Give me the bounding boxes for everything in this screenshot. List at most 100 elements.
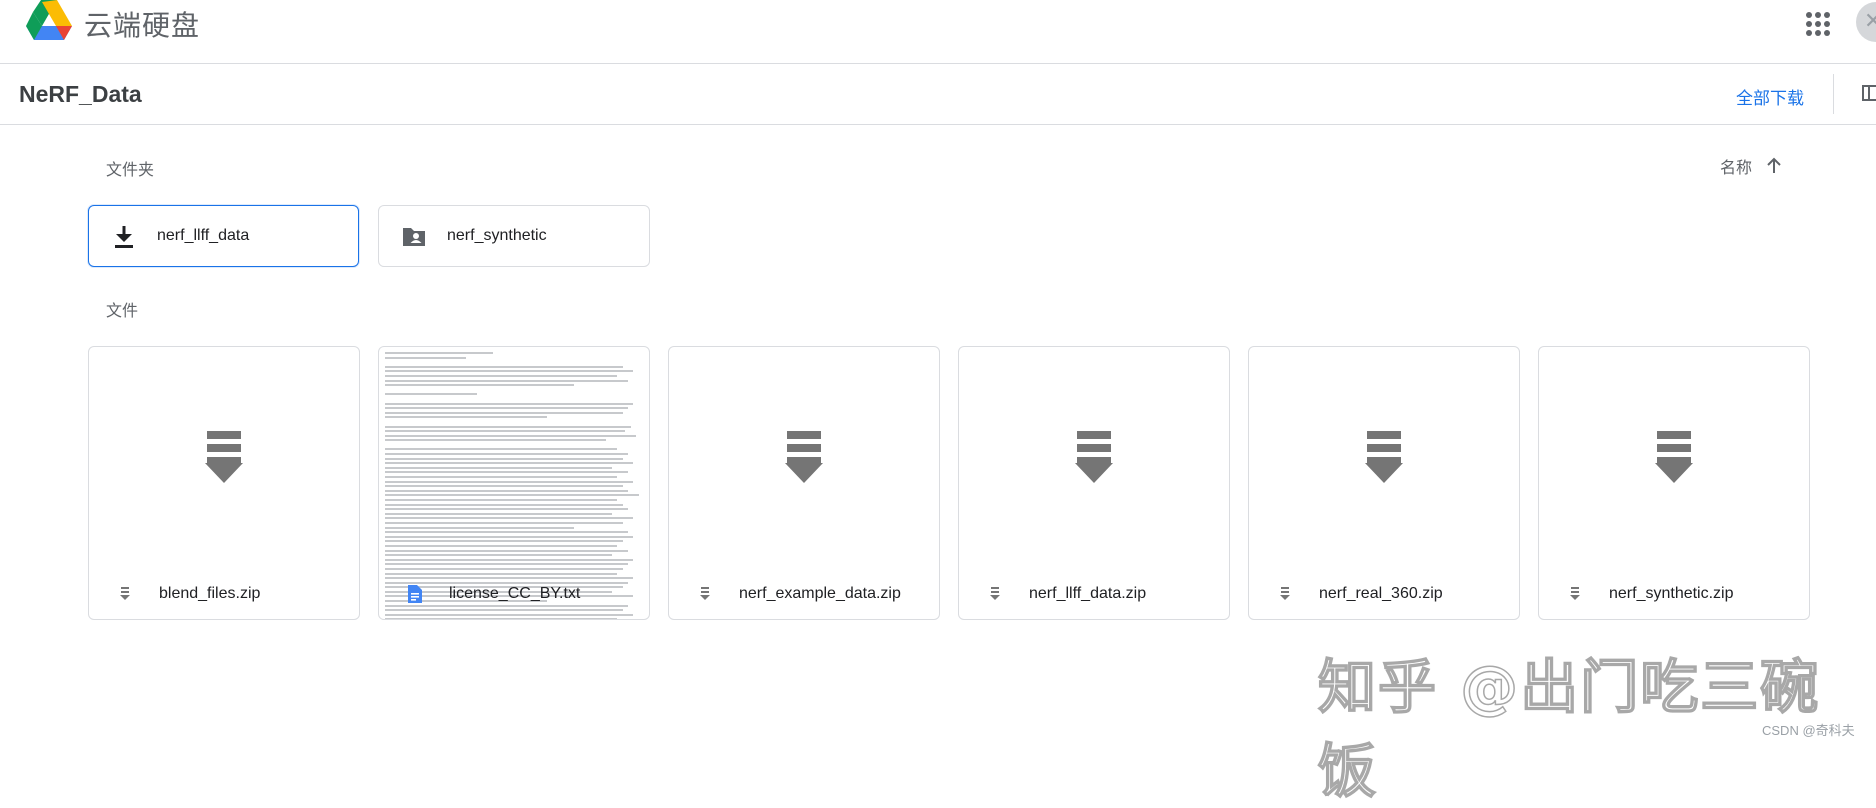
sort-by-name-button[interactable]: 名称 (1720, 154, 1784, 178)
doc-text-line (385, 430, 626, 433)
file-thumbnail (1539, 347, 1809, 567)
doc-text-line (385, 489, 628, 492)
doc-text-line (385, 457, 623, 460)
file-name: nerf_synthetic.zip (1609, 585, 1734, 602)
file-footer: nerf_llff_data.zip (959, 567, 1229, 619)
folder-card-nerf-llff-data[interactable]: nerf_llff_data (88, 205, 359, 267)
file-card-blend-files[interactable]: blend_files.zip (88, 346, 360, 620)
zip-icon (1280, 587, 1290, 600)
zip-icon (1655, 431, 1693, 483)
doc-text-line (385, 453, 628, 456)
files-section-label: 文件 (106, 303, 139, 320)
folder-name: nerf_synthetic (447, 227, 547, 244)
doc-text-line (385, 554, 612, 557)
doc-text-line (385, 544, 618, 547)
page-title: NeRF_Data (19, 81, 142, 107)
doc-text-line (385, 508, 628, 511)
zip-icon (1365, 431, 1403, 483)
file-name: nerf_example_data.zip (739, 585, 901, 602)
doc-text-line (385, 494, 639, 497)
file-footer: nerf_example_data.zip (669, 567, 939, 619)
doc-text-line (385, 512, 612, 515)
folder-card-nerf-synthetic[interactable]: nerf_synthetic (378, 205, 650, 267)
doc-text-line (385, 462, 634, 465)
file-card-license[interactable]: license_CC_BY.txt (378, 346, 650, 620)
file-thumbnail (1249, 347, 1519, 567)
zip-icon (205, 431, 243, 483)
doc-text-line (385, 448, 618, 451)
file-name: license_CC_BY.txt (449, 585, 581, 602)
doc-text-line (385, 558, 634, 561)
csdn-watermark: CSDN @奇科夫 (1762, 723, 1855, 738)
doc-text-line (385, 425, 631, 428)
avatar[interactable] (1856, 2, 1876, 42)
doc-text-line (385, 393, 477, 396)
doc-text-line (385, 531, 628, 534)
doc-icon (408, 585, 422, 603)
doc-text-line (385, 411, 623, 414)
doc-text-line (385, 563, 628, 566)
file-card-nerf-synthetic-zip[interactable]: nerf_synthetic.zip (1538, 346, 1810, 620)
folder-name: nerf_llff_data (157, 227, 250, 244)
zip-icon (700, 587, 710, 600)
doc-text-line (385, 503, 623, 506)
doc-text-line (385, 476, 618, 479)
zip-icon (1075, 431, 1113, 483)
doc-text-line (385, 517, 634, 520)
divider (1833, 74, 1834, 114)
file-name: nerf_real_360.zip (1319, 585, 1443, 602)
file-thumbnail (89, 347, 359, 567)
file-name: blend_files.zip (159, 585, 261, 602)
doc-text-line (385, 374, 618, 377)
document-preview (379, 347, 649, 619)
file-thumbnail (379, 347, 649, 619)
doc-text-line (385, 379, 628, 382)
layout-toggle-icon[interactable] (1862, 85, 1876, 101)
doc-text-line (385, 471, 628, 474)
doc-text-line (385, 466, 612, 469)
doc-text-line (385, 521, 623, 524)
file-thumbnail (669, 347, 939, 567)
doc-text-line (385, 370, 634, 373)
file-card-nerf-example-data[interactable]: nerf_example_data.zip (668, 346, 940, 620)
zip-icon (990, 587, 1000, 600)
file-name: nerf_llff_data.zip (1029, 585, 1147, 602)
file-footer: nerf_real_360.zip (1249, 567, 1519, 619)
doc-text-line (385, 352, 493, 354)
doc-text-line (385, 407, 628, 410)
zip-icon (120, 587, 130, 600)
doc-text-line (385, 384, 574, 387)
title-bar: NeRF_Data 全部下载 (0, 64, 1876, 125)
doc-text-line (385, 439, 607, 442)
zip-icon (1570, 587, 1580, 600)
doc-text-line (385, 499, 618, 501)
doc-text-line (385, 402, 634, 405)
doc-text-line (385, 526, 574, 529)
file-thumbnail (959, 347, 1229, 567)
file-card-nerf-llff-data-zip[interactable]: nerf_llff_data.zip (958, 346, 1230, 620)
sort-label: 名称 (1720, 160, 1753, 177)
app-name: 云端硬盘 (84, 10, 201, 41)
doc-text-line (385, 356, 466, 359)
doc-text-line (385, 540, 623, 543)
doc-text-line (385, 535, 634, 538)
doc-text-line (385, 434, 637, 437)
file-footer: license_CC_BY.txt (379, 567, 649, 619)
file-footer: blend_files.zip (89, 567, 359, 619)
file-footer: nerf_synthetic.zip (1539, 567, 1809, 619)
drive-logo-icon[interactable] (26, 0, 72, 44)
doc-text-line (385, 480, 634, 483)
doc-text-line (385, 549, 628, 552)
apps-grid-icon[interactable] (1806, 12, 1830, 36)
zip-icon (785, 431, 823, 483)
download-icon (115, 226, 133, 248)
download-all-button[interactable]: 全部下载 (1736, 84, 1804, 109)
folders-section-label: 文件夹 (106, 162, 155, 179)
doc-text-line (385, 485, 623, 488)
top-app-bar: 云端硬盘 (0, 0, 1876, 64)
arrow-up-icon[interactable] (1764, 155, 1784, 177)
doc-text-line (385, 365, 623, 368)
shared-folder-icon (403, 228, 425, 246)
doc-text-line (385, 416, 547, 419)
file-card-nerf-real-360[interactable]: nerf_real_360.zip (1248, 346, 1520, 620)
